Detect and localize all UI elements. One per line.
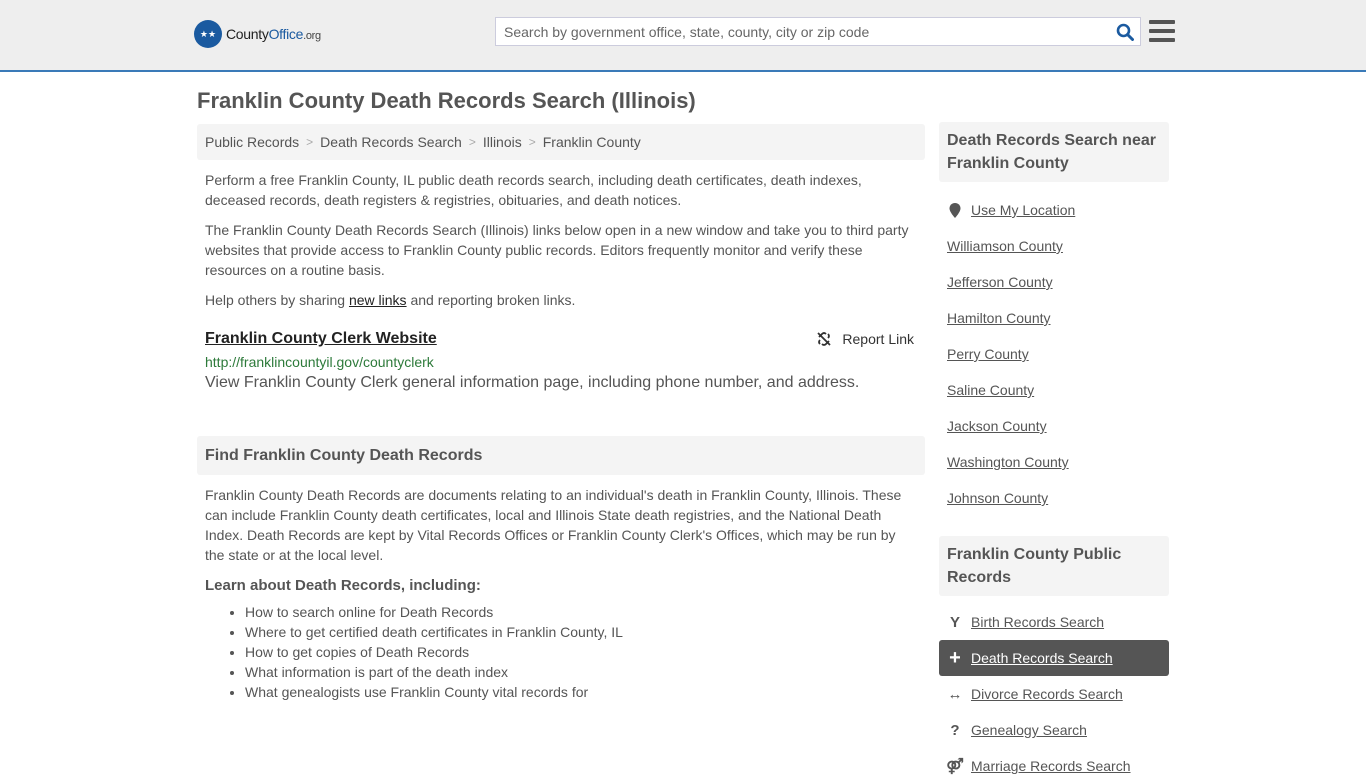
breadcrumb-separator: > <box>528 135 536 149</box>
sidebar-item-genealogy: ? Genealogy Search <box>939 712 1169 748</box>
public-records-header: Franklin County Public Records <box>939 536 1169 596</box>
nearby-county-link[interactable]: Saline County <box>947 382 1034 398</box>
nearby-county-item: Washington County <box>939 444 1169 480</box>
breadcrumb: Public Records > Death Records Search > … <box>197 124 925 160</box>
resource-link-item: Franklin County Clerk Website Report Lin… <box>197 330 925 392</box>
breadcrumb-franklin-county: Franklin County <box>542 134 641 150</box>
nearby-county-link[interactable]: Williamson County <box>947 238 1063 254</box>
search-input[interactable] <box>496 18 1110 45</box>
sidebar-item-birth-records: Y Birth Records Search <box>939 604 1169 640</box>
sidebar-item-divorce-records: ↔ Divorce Records Search <box>939 676 1169 712</box>
marriage-records-link[interactable]: Marriage Records Search <box>971 758 1131 774</box>
menu-bar <box>1149 20 1175 24</box>
marriage-icon: ⚤ <box>946 758 964 775</box>
nearby-county-item: Perry County <box>939 336 1169 372</box>
nearby-county-item: Jefferson County <box>939 264 1169 300</box>
logo-text: CountyOffice.org <box>226 26 321 42</box>
learn-title: Learn about Death Records, including: <box>205 577 481 594</box>
nearby-county-link[interactable]: Washington County <box>947 454 1069 470</box>
search-box <box>495 17 1141 46</box>
disclaimer-paragraph: The Franklin County Death Records Search… <box>205 222 909 278</box>
nearby-county-link[interactable]: Jackson County <box>947 418 1047 434</box>
search-button[interactable] <box>1110 18 1140 45</box>
list-item: Where to get certified death certificate… <box>245 622 925 642</box>
hamburger-menu-button[interactable] <box>1149 19 1175 43</box>
logo[interactable]: ★★ CountyOffice.org <box>194 20 321 48</box>
report-link-button[interactable]: Report Link <box>816 331 914 347</box>
menu-bar <box>1149 38 1175 42</box>
learn-list: How to search online for Death Records W… <box>197 602 925 702</box>
nearby-list: Use My Location Williamson County Jeffer… <box>939 192 1169 516</box>
arrows-h-icon: ↔ <box>947 685 963 703</box>
nearby-county-link[interactable]: Perry County <box>947 346 1029 362</box>
breadcrumb-separator: > <box>468 135 476 149</box>
breadcrumb-death-records-search[interactable]: Death Records Search <box>320 134 462 150</box>
menu-bar <box>1149 29 1175 33</box>
share-paragraph: Help others by sharing new links and rep… <box>205 292 576 308</box>
site-header: ★★ CountyOffice.org <box>0 0 1366 72</box>
nearby-county-item: Saline County <box>939 372 1169 408</box>
list-item: How to search online for Death Records <box>245 602 925 622</box>
list-item: How to get copies of Death Records <box>245 642 925 662</box>
resource-link-description: View Franklin County Clerk general infor… <box>205 374 860 391</box>
breadcrumb-illinois[interactable]: Illinois <box>483 134 522 150</box>
report-link-label: Report Link <box>842 331 914 347</box>
resource-link-title[interactable]: Franklin County Clerk Website <box>205 330 437 348</box>
nearby-county-link[interactable]: Johnson County <box>947 490 1048 506</box>
use-my-location-link[interactable]: Use My Location <box>971 202 1075 218</box>
nearby-county-item: Williamson County <box>939 228 1169 264</box>
sidebar-item-death-records: + Death Records Search <box>939 640 1169 676</box>
eagle-logo-icon: ★★ <box>194 20 222 48</box>
child-icon: Y <box>949 613 960 631</box>
sidebar: Death Records Search near Franklin Count… <box>939 122 1169 784</box>
page-title: Franklin County Death Records Search (Il… <box>197 88 696 113</box>
new-links-link[interactable]: new links <box>349 292 407 308</box>
resource-link-url[interactable]: http://franklincountyil.gov/countyclerk <box>205 354 917 370</box>
divorce-records-link[interactable]: Divorce Records Search <box>971 686 1123 702</box>
list-item: What information is part of the death in… <box>245 662 925 682</box>
map-marker-icon <box>947 202 963 218</box>
plus-icon: + <box>949 646 961 669</box>
nearby-county-item: Johnson County <box>939 480 1169 516</box>
find-section-header: Find Franklin County Death Records <box>197 436 925 475</box>
breadcrumb-public-records[interactable]: Public Records <box>205 134 299 150</box>
public-records-list: Y Birth Records Search + Death Records S… <box>939 604 1169 784</box>
list-item: What genealogists use Franklin County vi… <box>245 682 925 702</box>
search-icon <box>1116 23 1134 41</box>
genealogy-link[interactable]: Genealogy Search <box>971 722 1087 738</box>
nearby-county-item: Hamilton County <box>939 300 1169 336</box>
main-content: Public Records > Death Records Search > … <box>197 124 925 702</box>
sidebar-item-marriage-records: ⚤ Marriage Records Search <box>939 748 1169 784</box>
intro-paragraph: Perform a free Franklin County, IL publi… <box>205 172 862 208</box>
nearby-county-item: Jackson County <box>939 408 1169 444</box>
use-my-location-item: Use My Location <box>939 192 1169 228</box>
question-icon: ? <box>950 721 960 739</box>
broken-link-icon <box>817 332 832 346</box>
nearby-county-link[interactable]: Hamilton County <box>947 310 1051 326</box>
nearby-county-link[interactable]: Jefferson County <box>947 274 1053 290</box>
breadcrumb-separator: > <box>306 135 314 149</box>
death-records-link[interactable]: Death Records Search <box>971 650 1113 666</box>
birth-records-link[interactable]: Birth Records Search <box>971 614 1104 630</box>
find-section-body: Franklin County Death Records are docume… <box>205 487 902 563</box>
nearby-header: Death Records Search near Franklin Count… <box>939 122 1169 182</box>
